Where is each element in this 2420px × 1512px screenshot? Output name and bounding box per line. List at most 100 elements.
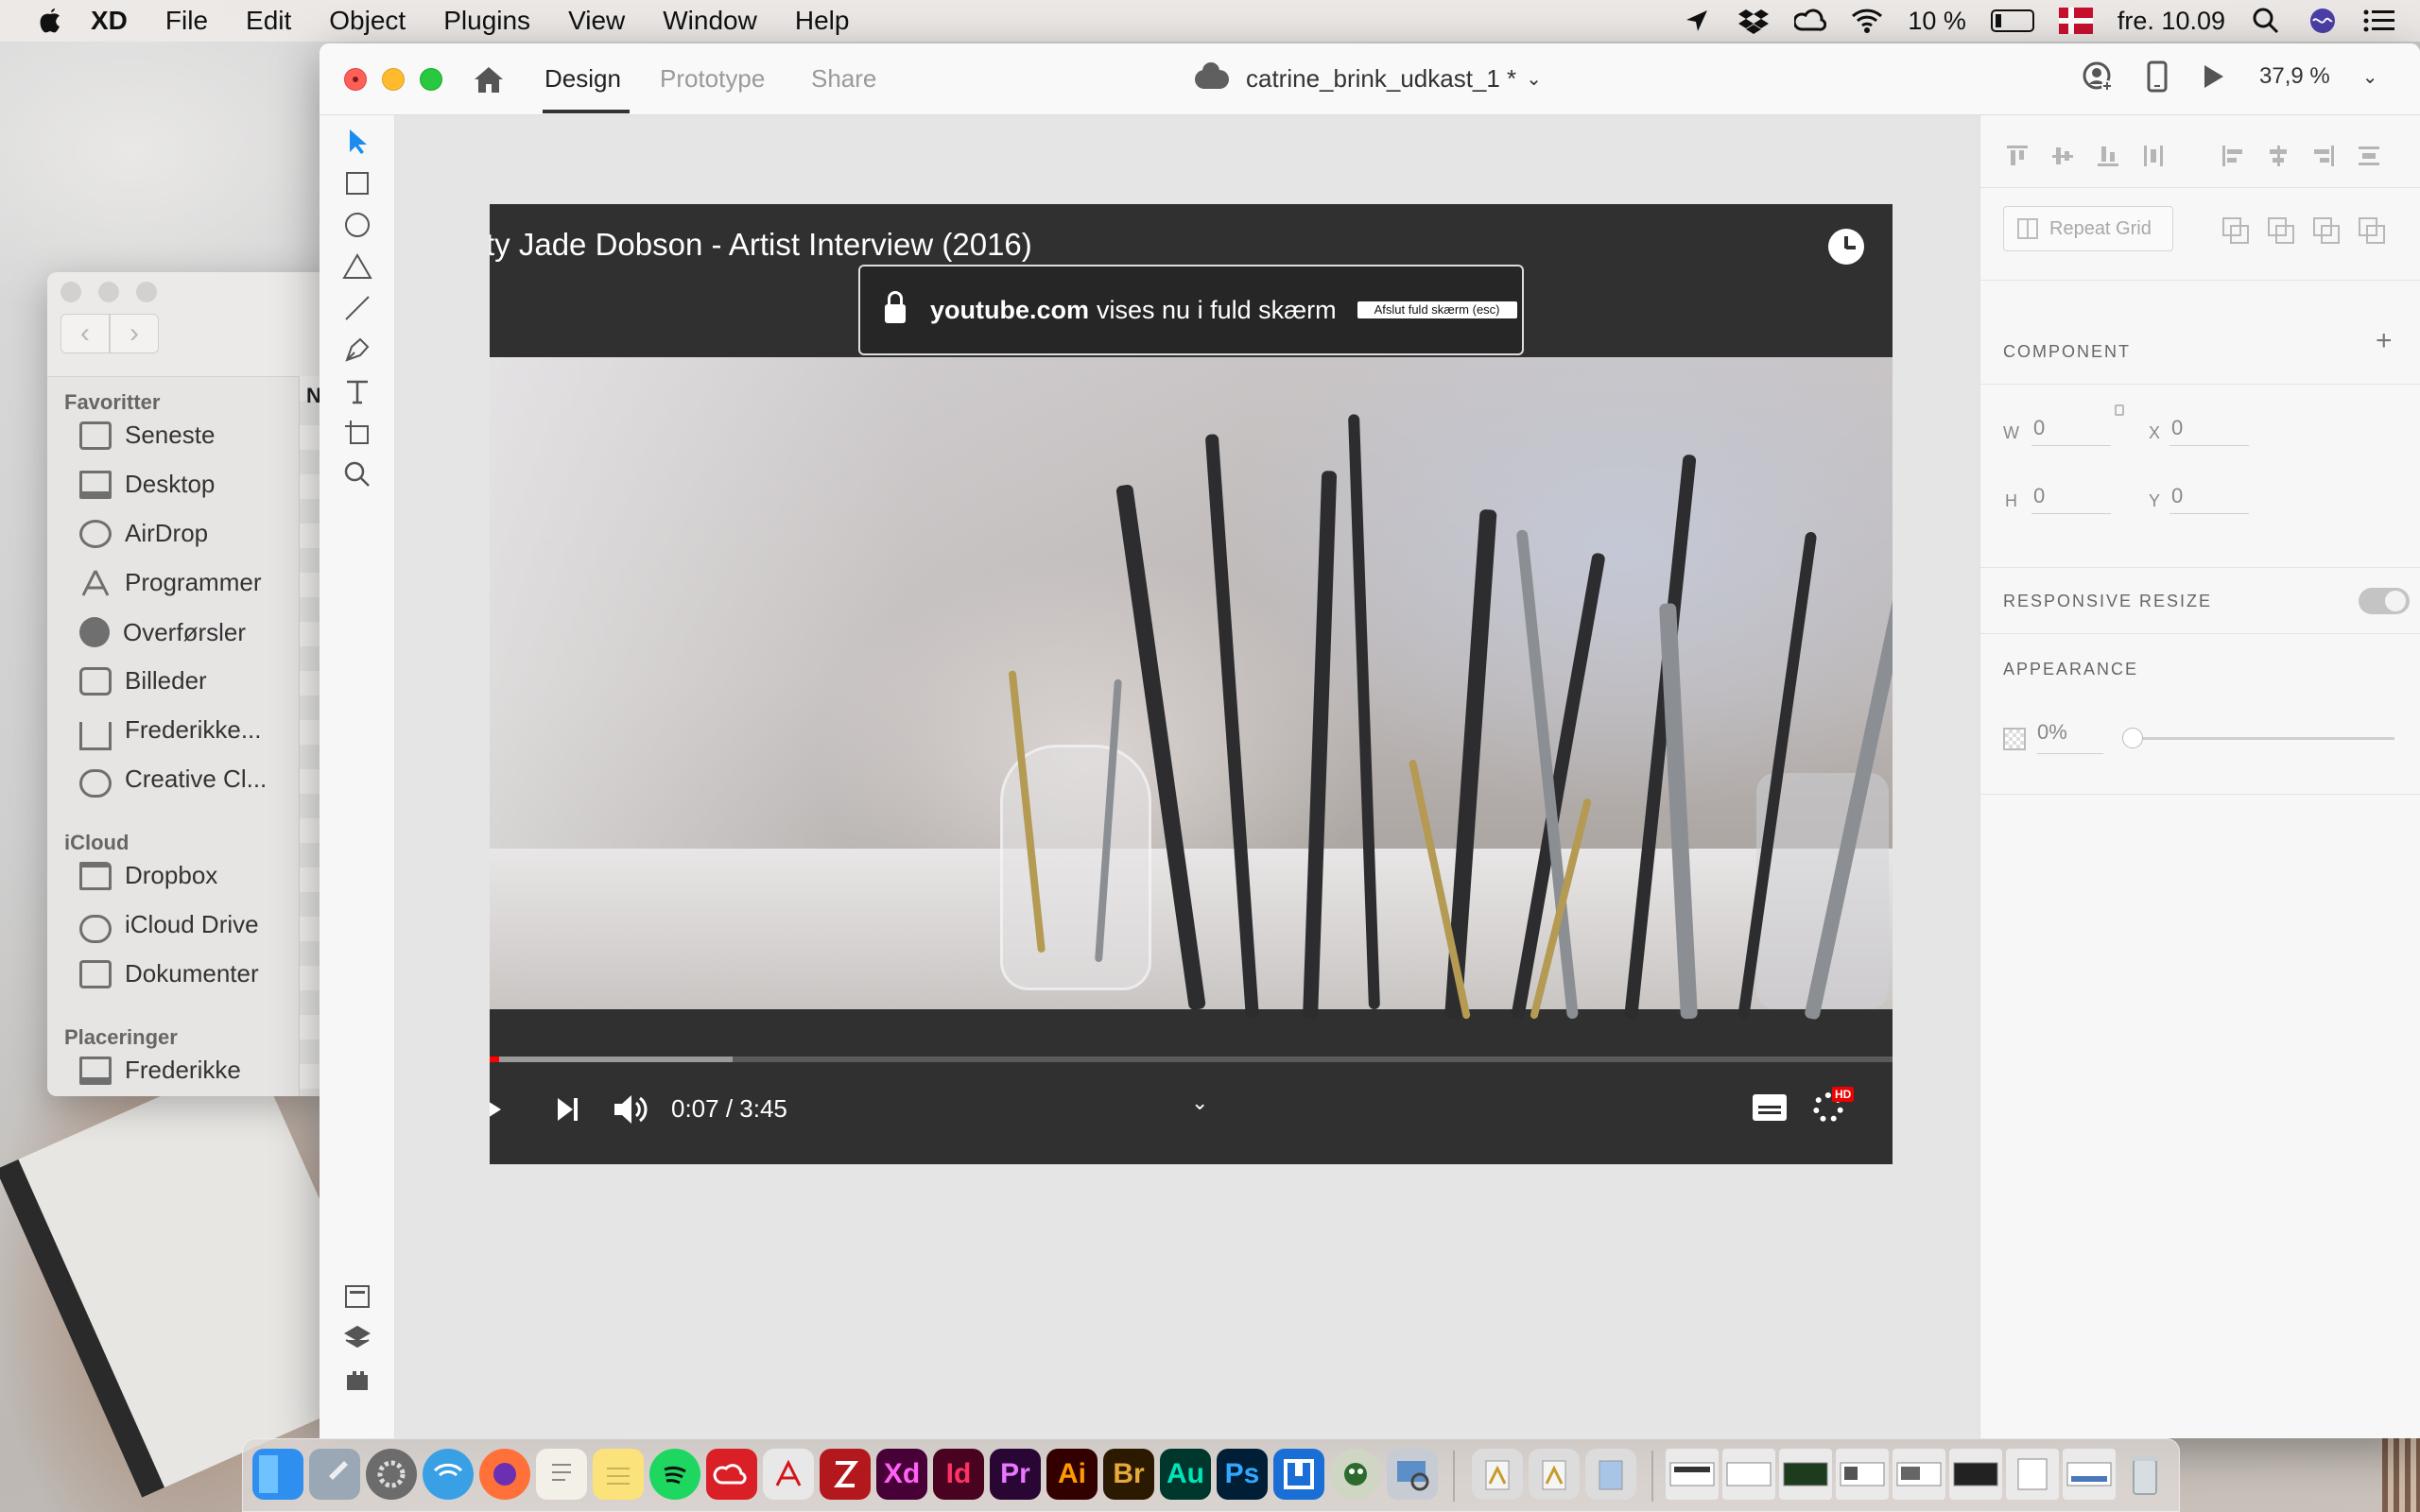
exit-fullscreen-button[interactable]: Afslut fuld skærm (esc) <box>1357 301 1517 318</box>
tab-design[interactable]: Design <box>544 64 621 94</box>
dock-folder-2[interactable] <box>1529 1449 1580 1500</box>
select-tool[interactable] <box>338 123 376 161</box>
distribute-horizontal-icon[interactable] <box>2141 144 2166 168</box>
rectangle-tool[interactable] <box>338 164 376 202</box>
plugins-panel-button[interactable] <box>338 1361 376 1399</box>
tab-share[interactable]: Share <box>811 64 876 94</box>
dock-minimized-window-2[interactable] <box>1722 1449 1775 1500</box>
menu-edit[interactable]: Edit <box>246 6 291 36</box>
sidebar-item-desktop[interactable]: Desktop <box>79 470 215 499</box>
dock-downloads-stack[interactable] <box>1585 1449 1636 1500</box>
sidebar-item-recent[interactable]: Seneste <box>79 421 215 450</box>
dock-minimized-window-5[interactable] <box>1893 1449 1945 1500</box>
menu-help[interactable]: Help <box>795 6 850 36</box>
boolean-add-icon[interactable] <box>2222 217 2249 244</box>
adobe-xd-dock-icon[interactable]: Xd <box>876 1449 927 1500</box>
system-preferences-dock-icon[interactable] <box>366 1449 417 1500</box>
menu-object[interactable]: Object <box>329 6 406 36</box>
sidebar-item-documents[interactable]: Dokumenter <box>79 959 259 988</box>
line-tool[interactable] <box>338 289 376 327</box>
dock-minimized-window-4[interactable] <box>1836 1449 1889 1500</box>
video-progress-bar[interactable] <box>490 1057 1893 1062</box>
finder-dock-icon[interactable] <box>252 1449 303 1500</box>
height-input[interactable]: 0 <box>2031 484 2111 514</box>
opacity-slider-handle[interactable] <box>2122 728 2143 748</box>
x-input[interactable]: 0 <box>2169 416 2249 446</box>
zoom-chevron-icon[interactable]: ⌄ <box>2362 65 2378 89</box>
sidebar-item-applications[interactable]: Programmer <box>79 568 261 597</box>
distribute-vertical-icon[interactable] <box>2357 144 2381 168</box>
align-top-icon[interactable] <box>2005 144 2030 168</box>
play-preview-icon[interactable] <box>2201 62 2227 91</box>
creative-cloud-icon[interactable] <box>1794 7 1827 35</box>
menu-window[interactable]: Window <box>663 6 757 36</box>
dropbox-icon[interactable] <box>1737 7 1770 35</box>
dock-minimized-window-6[interactable] <box>1949 1449 2002 1500</box>
next-icon[interactable] <box>556 1096 579 1123</box>
opacity-slider[interactable] <box>2130 737 2394 740</box>
add-component-button[interactable]: + <box>2376 325 2393 357</box>
width-input[interactable]: 0 <box>2031 416 2111 446</box>
filezilla-dock-icon[interactable] <box>820 1449 871 1500</box>
lock-aspect-icon[interactable] <box>2115 404 2124 416</box>
sidebar-item-creative-cloud[interactable]: Creative Cl... <box>79 765 267 798</box>
zoom-button[interactable] <box>420 68 442 91</box>
menu-plugins[interactable]: Plugins <box>443 6 530 36</box>
menubar-clock[interactable]: fre. 10.09 <box>2118 7 2225 36</box>
dock-minimized-window-7[interactable] <box>2006 1449 2059 1500</box>
text-tool[interactable] <box>338 372 376 410</box>
preview-dock-icon[interactable] <box>1387 1449 1438 1500</box>
sidebar-item-location[interactable]: Frederikke <box>79 1056 241 1085</box>
video-frame[interactable] <box>490 357 1893 1021</box>
design-canvas[interactable]: ty Jade Dobson - Artist Interview (2016) <box>395 115 1979 1438</box>
firefox-dock-icon[interactable] <box>479 1449 530 1500</box>
minimize-button[interactable] <box>382 68 405 91</box>
boolean-exclude-icon[interactable] <box>2359 217 2385 244</box>
align-middle-icon[interactable] <box>2050 144 2075 168</box>
acrobat-dock-icon[interactable] <box>763 1449 814 1500</box>
wifi-app-dock-icon[interactable] <box>423 1449 474 1500</box>
repeat-grid-button[interactable]: Repeat Grid <box>2003 206 2173 251</box>
danish-flag-input-icon[interactable] <box>2058 8 2093 34</box>
indesign-dock-icon[interactable]: Id <box>933 1449 984 1500</box>
close-button[interactable] <box>344 68 367 91</box>
apple-icon[interactable] <box>38 7 62 35</box>
document-title[interactable]: catrine_brink_udkast_1 * ⌄ <box>1195 61 1542 94</box>
align-right-icon[interactable] <box>2311 144 2336 168</box>
wifi-icon[interactable] <box>1851 7 1883 35</box>
dock-app-creature-icon[interactable] <box>1330 1449 1381 1500</box>
assets-panel-button[interactable] <box>338 1278 376 1315</box>
device-preview-icon[interactable] <box>2146 60 2169 93</box>
audition-dock-icon[interactable]: Au <box>1160 1449 1211 1500</box>
share-user-icon[interactable] <box>2082 60 2114 93</box>
battery-icon[interactable] <box>1990 9 2034 32</box>
illustrator-dock-icon[interactable]: Ai <box>1046 1449 1098 1500</box>
dock-minimized-window-1[interactable] <box>1666 1449 1719 1500</box>
opacity-input[interactable]: 0% <box>2037 720 2103 754</box>
subtitles-icon[interactable] <box>1753 1094 1787 1121</box>
menu-app-name[interactable]: XD <box>91 6 128 36</box>
spotlight-search-icon[interactable] <box>2250 7 2282 35</box>
siri-icon[interactable] <box>2307 7 2339 35</box>
zoom-level[interactable]: 37,9 % <box>2259 63 2330 90</box>
align-left-icon[interactable] <box>2221 144 2245 168</box>
finder-back-button[interactable]: ‹ <box>60 314 110 353</box>
zoom-tool[interactable] <box>338 455 376 493</box>
artboard-tool[interactable] <box>338 414 376 452</box>
boolean-intersect-icon[interactable] <box>2313 217 2340 244</box>
dock-minimized-window-3[interactable] <box>1779 1449 1832 1500</box>
trash-dock-icon[interactable] <box>2119 1449 2170 1500</box>
align-center-icon[interactable] <box>2266 144 2290 168</box>
sidebar-item-pictures[interactable]: Billeder <box>79 666 207 696</box>
sidebar-item-downloads[interactable]: Overførsler <box>79 617 246 647</box>
finder-forward-button[interactable]: › <box>110 314 159 353</box>
align-bottom-icon[interactable] <box>2096 144 2120 168</box>
ellipse-tool[interactable] <box>338 206 376 244</box>
sidebar-item-airdrop[interactable]: AirDrop <box>79 519 208 548</box>
tab-prototype[interactable]: Prototype <box>660 64 765 94</box>
finder-zoom-button[interactable] <box>136 282 157 302</box>
play-icon[interactable] <box>490 1096 501 1123</box>
location-arrow-icon[interactable] <box>1681 7 1713 35</box>
boolean-subtract-icon[interactable] <box>2268 217 2294 244</box>
sidebar-item-home[interactable]: Frederikke... <box>79 715 262 750</box>
